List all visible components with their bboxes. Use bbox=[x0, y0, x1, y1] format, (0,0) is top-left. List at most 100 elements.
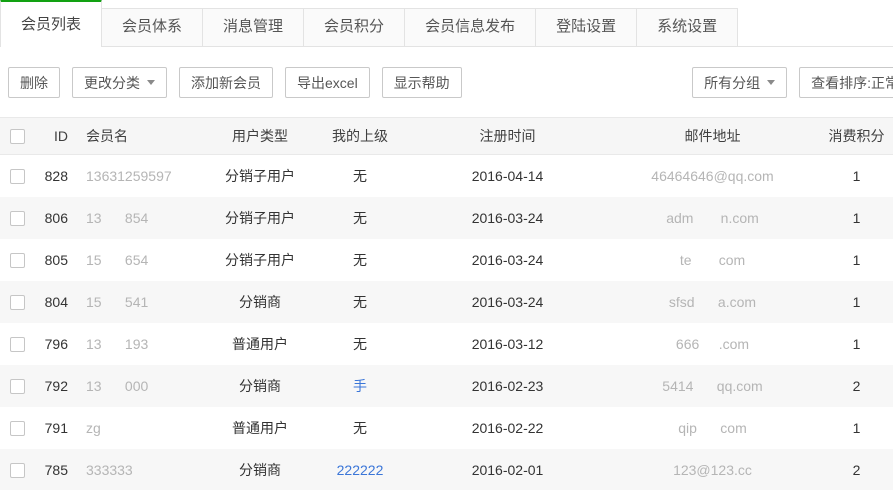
tab-登陆设置[interactable]: 登陆设置 bbox=[536, 8, 637, 46]
table-row: 791zg普通用户无2016-02-22qip com1 bbox=[0, 407, 893, 449]
cell-usertype: 分销子用户 bbox=[225, 168, 295, 184]
cell-usertype: 普通用户 bbox=[210, 323, 310, 365]
cell-usertype: 分销商 bbox=[239, 378, 281, 394]
chevron-down-icon bbox=[767, 80, 775, 85]
cell-email: sfsd a.com bbox=[669, 294, 756, 310]
cell-usertype: 分销商 bbox=[210, 365, 310, 407]
row-checkbox[interactable] bbox=[10, 337, 25, 352]
tab-会员列表[interactable]: 会员列表 bbox=[0, 0, 102, 47]
all-groups-dropdown[interactable]: 所有分组 bbox=[692, 67, 787, 98]
cell-regtime: 2016-02-01 bbox=[472, 462, 544, 478]
delete-button[interactable]: 删除 bbox=[8, 67, 60, 98]
cell-id: 804 bbox=[45, 294, 68, 310]
cell-usertype: 普通用户 bbox=[210, 407, 310, 449]
row-checkbox[interactable] bbox=[10, 169, 25, 184]
cell-checkbox bbox=[0, 365, 36, 407]
sort-order-button[interactable]: 查看排序:正常排序 bbox=[799, 67, 893, 98]
cell-id: 804 bbox=[36, 281, 80, 323]
column-header-regtime: 注册时间 bbox=[410, 118, 605, 155]
tab-系统设置[interactable]: 系统设置 bbox=[637, 8, 738, 46]
cell-superior: 无 bbox=[353, 168, 367, 184]
cell-id: 791 bbox=[36, 407, 80, 449]
cell-id: 792 bbox=[45, 378, 68, 394]
cell-regtime: 2016-03-24 bbox=[410, 281, 605, 323]
cell-email: te com bbox=[680, 252, 745, 268]
cell-checkbox bbox=[0, 239, 36, 281]
row-checkbox[interactable] bbox=[10, 253, 25, 268]
all-groups-label: 所有分组 bbox=[704, 73, 760, 93]
cell-id: 785 bbox=[45, 462, 68, 478]
change-category-dropdown[interactable]: 更改分类 bbox=[72, 67, 167, 98]
cell-superior: 无 bbox=[353, 294, 367, 310]
cell-username: 13 854 bbox=[80, 197, 210, 239]
table-row: 79613 193普通用户无2016-03-12666 .com1 bbox=[0, 323, 893, 365]
cell-username: 15 654 bbox=[80, 239, 210, 281]
cell-username: 13 854 bbox=[86, 210, 148, 226]
cell-regtime: 2016-03-24 bbox=[472, 294, 544, 310]
cell-score: 1 bbox=[853, 336, 861, 352]
cell-email: 46464646@qq.com bbox=[605, 155, 820, 197]
column-header-superior: 我的上级 bbox=[310, 118, 410, 155]
toolbar: 删除 更改分类 添加新会员 导出excel 显示帮助 所有分组 查看排序:正常排… bbox=[0, 47, 893, 98]
cell-id: 806 bbox=[45, 210, 68, 226]
cell-usertype: 普通用户 bbox=[232, 336, 288, 352]
table-row: 80613 854分销子用户无2016-03-24adm n.com1 bbox=[0, 197, 893, 239]
cell-regtime: 2016-02-23 bbox=[410, 365, 605, 407]
cell-score: 1 bbox=[820, 281, 893, 323]
cell-usertype: 分销商 bbox=[210, 449, 310, 490]
tab-会员信息发布[interactable]: 会员信息发布 bbox=[405, 8, 536, 46]
cell-usertype: 分销子用户 bbox=[210, 239, 310, 281]
change-category-label: 更改分类 bbox=[84, 73, 140, 93]
column-header-type: 用户类型 bbox=[210, 118, 310, 155]
cell-usertype: 分销子用户 bbox=[225, 210, 295, 226]
cell-usertype: 分销商 bbox=[239, 462, 281, 478]
show-help-button[interactable]: 显示帮助 bbox=[382, 67, 462, 98]
cell-score: 1 bbox=[853, 210, 861, 226]
delete-button-label: 删除 bbox=[20, 73, 48, 93]
cell-id: 791 bbox=[45, 420, 68, 436]
cell-superior: 无 bbox=[353, 336, 367, 352]
cell-regtime: 2016-02-22 bbox=[472, 420, 544, 436]
row-checkbox[interactable] bbox=[10, 211, 25, 226]
cell-regtime: 2016-04-14 bbox=[410, 155, 605, 197]
add-member-button[interactable]: 添加新会员 bbox=[179, 67, 273, 98]
cell-id: 806 bbox=[36, 197, 80, 239]
cell-id: 805 bbox=[45, 252, 68, 268]
tab-消息管理[interactable]: 消息管理 bbox=[203, 8, 304, 46]
cell-username: 13 000 bbox=[86, 378, 148, 394]
cell-score: 1 bbox=[820, 155, 893, 197]
cell-superior-link[interactable]: 手 bbox=[353, 378, 367, 394]
cell-id: 828 bbox=[36, 155, 80, 197]
chevron-down-icon bbox=[147, 80, 155, 85]
row-checkbox[interactable] bbox=[10, 421, 25, 436]
cell-id: 796 bbox=[36, 323, 80, 365]
cell-username: 333333 bbox=[80, 449, 210, 490]
cell-username: 333333 bbox=[86, 462, 133, 478]
export-excel-button[interactable]: 导出excel bbox=[285, 67, 370, 98]
cell-superior: 无 bbox=[310, 323, 410, 365]
table-row: 80415 541分销商无2016-03-24sfsd a.com1 bbox=[0, 281, 893, 323]
row-checkbox[interactable] bbox=[10, 463, 25, 478]
cell-email: 123@123.cc bbox=[673, 462, 752, 478]
cell-email: 666 .com bbox=[605, 323, 820, 365]
tab-会员体系[interactable]: 会员体系 bbox=[102, 8, 203, 46]
tab-会员积分[interactable]: 会员积分 bbox=[304, 8, 405, 46]
row-checkbox[interactable] bbox=[10, 295, 25, 310]
select-all-checkbox[interactable] bbox=[10, 129, 25, 144]
cell-score: 1 bbox=[820, 323, 893, 365]
cell-email: adm n.com bbox=[666, 210, 759, 226]
cell-email: te com bbox=[605, 239, 820, 281]
cell-username: 13631259597 bbox=[86, 168, 172, 184]
row-checkbox[interactable] bbox=[10, 379, 25, 394]
tab-bar: 会员列表会员体系消息管理会员积分会员信息发布登陆设置系统设置 bbox=[0, 0, 893, 47]
cell-checkbox bbox=[0, 407, 36, 449]
cell-score: 1 bbox=[853, 168, 861, 184]
cell-superior-link[interactable]: 222222 bbox=[337, 462, 384, 478]
cell-username: zg bbox=[80, 407, 210, 449]
cell-regtime: 2016-03-24 bbox=[472, 210, 544, 226]
column-header-name: 会员名 bbox=[80, 118, 210, 155]
table-header-row: ID 会员名 用户类型 我的上级 注册时间 邮件地址 消费积分 bbox=[0, 118, 893, 155]
export-excel-label: 导出excel bbox=[297, 73, 358, 93]
cell-score: 1 bbox=[853, 252, 861, 268]
cell-superior: 手 bbox=[310, 365, 410, 407]
